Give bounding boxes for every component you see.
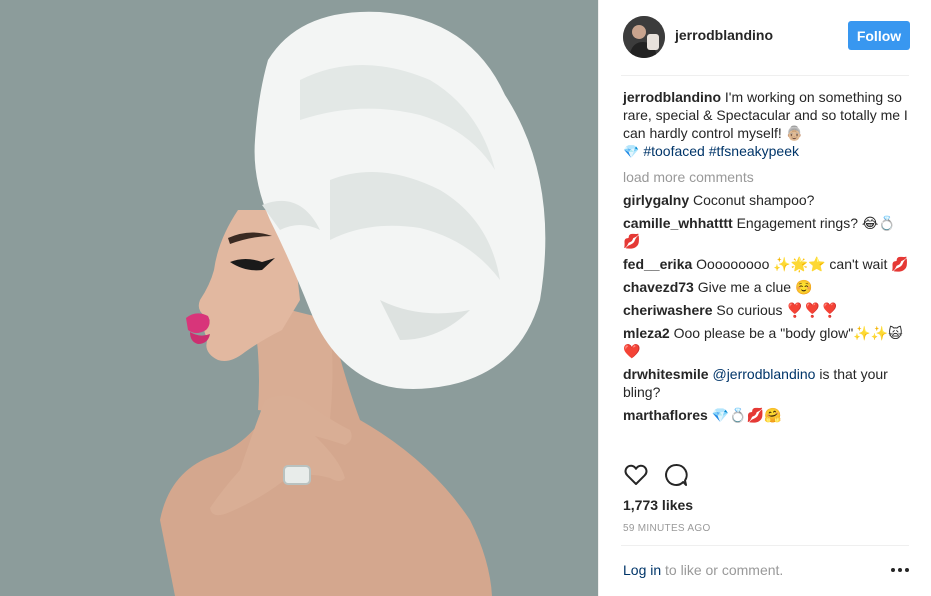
comments-list: jerrodblandino I'm working on something … [623, 88, 910, 429]
post-header: jerrodblandino Follow [599, 0, 931, 75]
comment-text: 💎💍💋🤗 [707, 407, 782, 423]
comment-username[interactable]: girlygalny [623, 192, 689, 208]
comment-username[interactable]: drwhitesmile [623, 366, 709, 382]
avatar[interactable] [623, 16, 665, 58]
comment-text: Ooooooooo ✨🌟⭐️ can't wait 💋 [692, 256, 909, 272]
comment-text: Give me a clue ☺️ [693, 279, 813, 295]
comment-username[interactable]: chavezd73 [623, 279, 694, 295]
comment-item: camille_whhatttt Engagement rings? 😂💍💋 [623, 214, 910, 250]
follow-button[interactable]: Follow [848, 21, 910, 50]
hashtag-tfsneakypeek[interactable]: #tfsneakypeek [709, 143, 799, 159]
comment-username[interactable]: camille_whhatttt [623, 215, 733, 231]
comment-item: girlygalny Coconut shampoo? [623, 191, 910, 209]
load-more-comments-link[interactable]: load more comments [623, 168, 910, 186]
comment-text: Coconut shampoo? [689, 192, 815, 208]
comment-username[interactable]: cheriwashere [623, 302, 713, 318]
comment-item: mleza2 Ooo please be a "body glow"✨✨🙀❤️ [623, 324, 910, 360]
comment-item: cheriwashere So curious ❣️❣️❣️ [623, 301, 910, 319]
comment-item: drwhitesmile @jerrodblandino is that you… [623, 365, 910, 401]
post-image[interactable] [0, 0, 598, 596]
footer-divider [621, 545, 909, 546]
heart-outline-icon[interactable] [623, 462, 649, 488]
comment-item: marthaflores 💎💍💋🤗 [623, 406, 910, 424]
comment-username[interactable]: mleza2 [623, 325, 670, 341]
header-username[interactable]: jerrodblandino [675, 27, 773, 43]
login-link[interactable]: Log in [623, 562, 661, 578]
ellipsis-icon[interactable] [888, 560, 912, 580]
hashtag-toofaced[interactable]: #toofaced [643, 143, 705, 159]
comment-bubble-icon[interactable] [663, 462, 689, 488]
likes-count[interactable]: 1,773 likes [623, 497, 693, 513]
comment-username[interactable]: marthaflores [623, 407, 708, 423]
post-side-panel: jerrodblandino Follow jerrodblandino I'm… [598, 0, 931, 596]
comment-username[interactable]: fed__erika [623, 256, 692, 272]
post-photo-illustration [160, 11, 546, 596]
post-actions [623, 462, 703, 488]
diamond-emoji: 💎 [623, 145, 644, 160]
comment-mention[interactable]: @jerrodblandino [712, 366, 815, 382]
login-prompt-text: to like or comment. [661, 562, 784, 578]
header-divider [621, 75, 909, 76]
post-timestamp[interactable]: 59 MINUTES AGO [623, 523, 711, 534]
login-prompt: Log in to like or comment. [623, 562, 783, 578]
avatar-image [623, 16, 665, 58]
caption-username[interactable]: jerrodblandino [623, 89, 721, 105]
post-caption: jerrodblandino I'm working on something … [623, 88, 910, 162]
comment-item: chavezd73 Give me a clue ☺️ [623, 278, 910, 296]
comment-item: fed__erika Ooooooooo ✨🌟⭐️ can't wait 💋 [623, 255, 910, 273]
comment-text: So curious ❣️❣️❣️ [712, 302, 839, 318]
